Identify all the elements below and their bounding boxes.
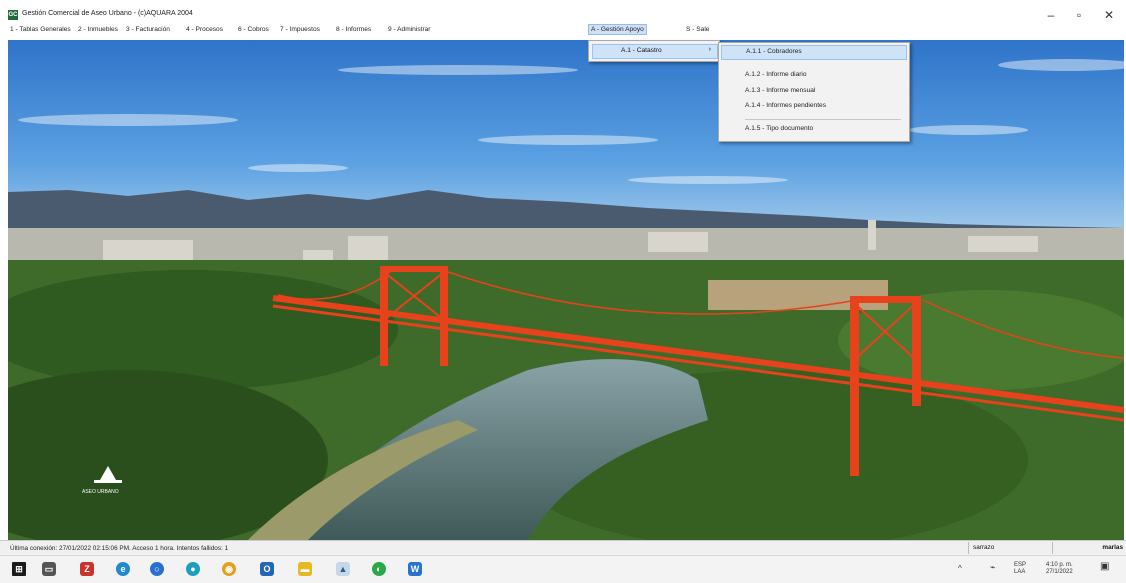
task-view-icon[interactable]: ▭ xyxy=(42,562,56,576)
submenu-catastro: A.1.1 - Cobradores A.1.2 - Informe diari… xyxy=(718,42,910,142)
status-message: Última conexión: 27/01/2022 02:15:06 PM.… xyxy=(10,545,229,552)
start-icon[interactable]: ⊞ xyxy=(12,562,26,576)
menu-separator xyxy=(745,119,901,120)
aseo-app-icon[interactable]: ▲ xyxy=(336,562,350,576)
network-icon[interactable]: ⌁ xyxy=(990,563,995,572)
submenu-item-label: A.1 - Catastro xyxy=(621,47,662,54)
status-user: sarrazo xyxy=(968,542,1053,554)
clock-date: 27/1/2022 xyxy=(1046,569,1073,575)
menu-item-label: A.1.5 - Tipo documento xyxy=(745,125,814,132)
menu-item-label: A.1.2 - Informe diario xyxy=(745,71,807,78)
app-icon: GC xyxy=(8,10,18,20)
watermark-text: ASEO URBANO xyxy=(82,489,119,495)
menu-item-label: A.1.4 - Informes pendientes xyxy=(745,102,827,109)
notification-icon[interactable]: ▣ xyxy=(1100,562,1109,572)
menu-inmuebles[interactable]: 2 - Inmuebles xyxy=(76,25,120,34)
menu-item-informe-diario[interactable]: A.1.2 - Informe diario xyxy=(721,69,905,82)
browser-icon[interactable]: ● xyxy=(186,562,200,576)
clock-time: 4:10 p. m. xyxy=(1046,562,1073,568)
search-icon[interactable]: ○ xyxy=(150,562,164,576)
tray-chevron-icon[interactable]: ^ xyxy=(958,565,962,573)
status-machine: marlas xyxy=(1052,542,1126,554)
word-icon[interactable]: W xyxy=(408,562,422,576)
chevron-right-icon: › xyxy=(708,46,711,53)
menu-salir[interactable]: S - Sale xyxy=(684,25,711,34)
status-bar: Última conexión: 27/01/2022 02:15:06 PM.… xyxy=(0,540,1126,556)
menu-impuestos[interactable]: 7 - Impuestos xyxy=(278,25,322,34)
menu-item-tipo-documento[interactable]: A.1.5 - Tipo documento xyxy=(721,123,905,136)
tray-clock[interactable]: 4:10 p. m. 27/1/2022 xyxy=(1046,562,1073,576)
menu-procesos[interactable]: 4 - Procesos xyxy=(184,25,225,34)
menu-item-cobradores[interactable]: A.1.1 - Cobradores xyxy=(721,45,907,60)
submenu-gestion-apoyo: A.1 - Catastro › xyxy=(588,40,720,62)
menu-item-informes-pendientes[interactable]: A.1.4 - Informes pendientes xyxy=(721,100,905,113)
tray-language-code: ESP xyxy=(1014,562,1027,568)
close-button[interactable]: ✕ xyxy=(1098,8,1120,22)
tray-language-layout: LAA xyxy=(1014,569,1026,575)
chrome-icon[interactable]: ◉ xyxy=(222,562,236,576)
menu-cobros[interactable]: 6 - Cobros xyxy=(236,25,271,34)
menu-item-label: A.1.3 - Informe mensual xyxy=(745,87,816,94)
edge-icon[interactable]: e xyxy=(116,562,130,576)
file-explorer-icon[interactable]: ▬ xyxy=(298,562,312,576)
menu-item-informe-mensual[interactable]: A.1.3 - Informe mensual xyxy=(721,85,905,98)
whatsapp-icon[interactable]: ◐ xyxy=(372,562,386,576)
menu-facturacion[interactable]: 3 - Facturación xyxy=(124,25,172,34)
menu-gestion-apoyo[interactable]: A - Gestión Apoyo xyxy=(588,24,647,35)
menu-informes[interactable]: 8 - Informes xyxy=(334,25,373,34)
menu-bar: 1 - Tablas Generales 2 - Inmuebles 3 - F… xyxy=(0,22,1126,38)
minimize-button[interactable]: – xyxy=(1040,8,1062,22)
tray-language[interactable]: ESP LAA xyxy=(1014,562,1026,576)
menu-administrar[interactable]: 9 - Administrar xyxy=(386,25,433,34)
app-red-icon[interactable]: Z xyxy=(80,562,94,576)
background-photo: ASEO URBANO xyxy=(8,40,1124,540)
window-title: Gestión Comercial de Aseo Urbano - (c)AQ… xyxy=(22,10,193,17)
title-bar: GC Gestión Comercial de Aseo Urbano - (c… xyxy=(0,0,1126,22)
submenu-item-catastro[interactable]: A.1 - Catastro › xyxy=(592,44,718,59)
maximize-button[interactable]: ▫ xyxy=(1068,8,1090,22)
menu-item-label: A.1.1 - Cobradores xyxy=(746,48,802,55)
outlook-icon[interactable]: O xyxy=(260,562,274,576)
taskbar: ⊞ ▭ Z e ○ ● ◉ O ▬ ▲ ◐ W ^ ⌁ ESP LAA 4:10… xyxy=(0,555,1126,583)
menu-tablas-generales[interactable]: 1 - Tablas Generales xyxy=(8,25,73,34)
